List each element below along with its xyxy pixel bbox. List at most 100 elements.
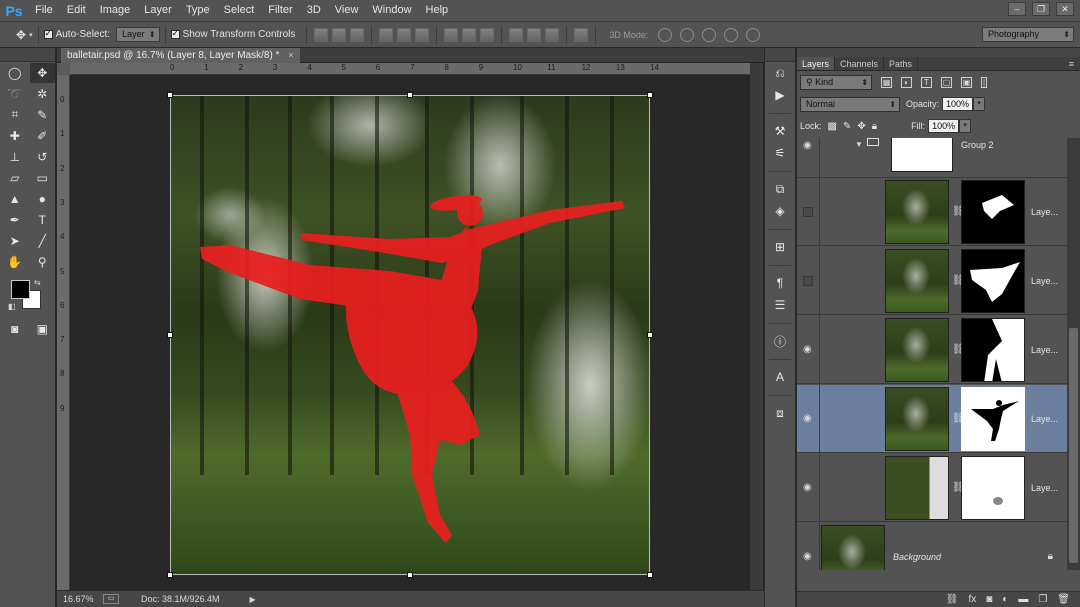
layer-mask-thumbnail[interactable] — [961, 318, 1025, 382]
3d-slide-icon[interactable] — [724, 27, 739, 42]
clone-stamp-tool-icon[interactable]: ⊥ — [2, 147, 28, 167]
layer-thumbnail[interactable] — [885, 387, 949, 451]
layer-thumbnail[interactable] — [885, 249, 949, 313]
filter-shape-icon[interactable]: ▢ — [941, 76, 952, 88]
hand-tool-icon[interactable]: ✋ — [2, 252, 28, 272]
crop-tool-icon[interactable]: ⌗ — [2, 105, 28, 125]
menu-filter[interactable]: Filter — [261, 0, 299, 21]
group-mask-thumbnail[interactable] — [891, 138, 953, 172]
move-tool-preset-icon[interactable]: ✥ — [16, 28, 26, 42]
status-info-icon[interactable]: ▭ — [103, 594, 119, 604]
layer-row[interactable]: ⛓ Laye... — [797, 247, 1067, 315]
background-thumbnail[interactable] — [821, 525, 885, 570]
lock-position-icon[interactable]: ✥ — [857, 121, 865, 132]
trash-icon[interactable]: 🗑︎ — [1057, 594, 1070, 605]
filter-pixel-icon[interactable]: ▦ — [881, 76, 892, 88]
layer-group-row[interactable]: ◉ ▼ Group 2 — [797, 138, 1067, 178]
blend-mode-dropdown[interactable]: Normal — [800, 96, 900, 112]
lock-image-icon[interactable]: ✎ — [843, 121, 851, 132]
3d-rotate-icon[interactable] — [658, 27, 673, 42]
filter-toggle-icon[interactable]: | — [981, 76, 987, 88]
tool-presets-icon[interactable]: ⚒ — [765, 120, 795, 142]
tab-channels[interactable]: Channels — [835, 57, 885, 70]
transform-handle[interactable] — [407, 572, 413, 578]
canvas-vertical-scrollbar[interactable] — [750, 63, 763, 590]
path-selection-tool-icon[interactable]: ➤ — [2, 231, 28, 251]
opacity-input[interactable]: 100% — [942, 97, 974, 111]
menu-3d[interactable]: 3D — [300, 0, 328, 21]
distribute-vcenter-icon[interactable] — [462, 27, 477, 42]
eye-icon[interactable]: ◉ — [803, 482, 812, 493]
align-left-icon[interactable] — [379, 27, 394, 42]
info-panel-icon[interactable]: ⓘ — [765, 330, 795, 352]
document-tab[interactable]: balletair.psd @ 16.7% (Layer 8, Layer Ma… — [61, 48, 300, 63]
close-button[interactable]: ✕ — [1056, 2, 1074, 16]
menu-help[interactable]: Help — [419, 0, 456, 21]
layer-thumbnail[interactable] — [885, 456, 949, 520]
layer-thumbnail[interactable] — [885, 180, 949, 244]
panel-header[interactable] — [797, 48, 1080, 57]
history-brush-tool-icon[interactable]: ↺ — [30, 147, 56, 167]
blur-tool-icon[interactable]: ▲ — [2, 189, 28, 209]
minimize-button[interactable]: – — [1008, 2, 1026, 16]
layers-scrollbar[interactable] — [1067, 138, 1080, 570]
eye-icon[interactable]: ◉ — [803, 551, 812, 562]
eraser-tool-icon[interactable]: ▱ — [2, 168, 28, 188]
brush-tool-icon[interactable]: ✐ — [30, 126, 56, 146]
magic-wand-tool-icon[interactable]: ✲ — [30, 84, 56, 104]
lasso-tool-icon[interactable]: ➰ — [2, 84, 28, 104]
healing-brush-tool-icon[interactable]: ✚ — [2, 126, 28, 146]
eye-icon[interactable]: ◉ — [803, 344, 812, 355]
marquee-tool-icon[interactable]: ◯ — [2, 63, 28, 83]
zoom-level[interactable]: 16.67% — [57, 594, 97, 604]
distribute-hcenter-icon[interactable] — [527, 27, 542, 42]
default-colors-icon[interactable]: ◧ — [8, 302, 16, 311]
visibility-toggle[interactable] — [803, 207, 813, 217]
auto-align-icon[interactable] — [574, 27, 589, 42]
auto-select-dropdown[interactable]: Layer — [116, 27, 160, 42]
layer-mask-thumbnail[interactable] — [961, 249, 1025, 313]
menu-view[interactable]: View — [328, 0, 366, 21]
layer-thumbnail[interactable] — [885, 318, 949, 382]
filter-adjustment-icon[interactable]: ◐ — [901, 76, 912, 88]
dock-header[interactable] — [765, 48, 795, 62]
eyedropper-tool-icon[interactable]: ✎ — [30, 105, 56, 125]
eye-icon[interactable]: ◉ — [803, 140, 812, 151]
paragraph-panel-icon[interactable]: ¶ — [765, 272, 795, 294]
restore-button[interactable]: ❐ — [1032, 2, 1050, 16]
pen-tool-icon[interactable]: ✒ — [2, 210, 28, 230]
folder-icon[interactable]: ▬ — [1018, 594, 1028, 605]
3d-pan-icon[interactable] — [702, 27, 717, 42]
layer-row[interactable]: ◉ ⛓ Laye... — [797, 454, 1067, 522]
transform-handle[interactable] — [167, 572, 173, 578]
3d-roll-icon[interactable] — [680, 27, 695, 42]
menu-file[interactable]: File — [28, 0, 60, 21]
layer-mask-thumbnail[interactable] — [961, 180, 1025, 244]
character-panel-icon[interactable]: A — [765, 366, 795, 388]
preset-chevron-icon[interactable]: ▾ — [29, 31, 33, 39]
ruler-origin[interactable] — [57, 63, 70, 75]
workspace-dropdown[interactable]: Photography — [982, 27, 1074, 42]
new-layer-icon[interactable]: ❐ — [1038, 594, 1047, 605]
menu-image[interactable]: Image — [93, 0, 138, 21]
group-expand-icon[interactable]: ▼ — [855, 140, 863, 149]
menu-type[interactable]: Type — [179, 0, 217, 21]
align-vcenter-icon[interactable] — [332, 27, 347, 42]
opacity-slider-arrow[interactable]: ▾ — [973, 97, 986, 111]
brush-presets-icon[interactable]: ⚟ — [765, 142, 795, 164]
adjustment-icon[interactable]: ◐ — [1002, 594, 1008, 605]
close-tab-icon[interactable]: × — [288, 50, 293, 60]
transform-handle[interactable] — [167, 92, 173, 98]
fill-slider-arrow[interactable]: ▾ — [959, 119, 972, 133]
fx-icon[interactable]: fx — [968, 594, 976, 605]
dodge-tool-icon[interactable]: ● — [30, 189, 56, 209]
layers-scrollbar-thumb[interactable] — [1069, 328, 1078, 563]
kind-filter-dropdown[interactable]: ⚲ Kind — [800, 74, 872, 90]
tools-panel-header[interactable] — [0, 48, 55, 62]
background-layer-row[interactable]: ◉ Background 🔒︎ — [797, 523, 1067, 570]
eye-icon[interactable]: ◉ — [803, 413, 812, 424]
swap-colors-icon[interactable]: ⇆ — [34, 278, 41, 287]
filter-type-icon[interactable]: T — [921, 76, 932, 88]
clone-source-icon[interactable]: ⧉ — [765, 178, 795, 200]
history-panel-icon[interactable]: ⎌ — [765, 62, 795, 84]
